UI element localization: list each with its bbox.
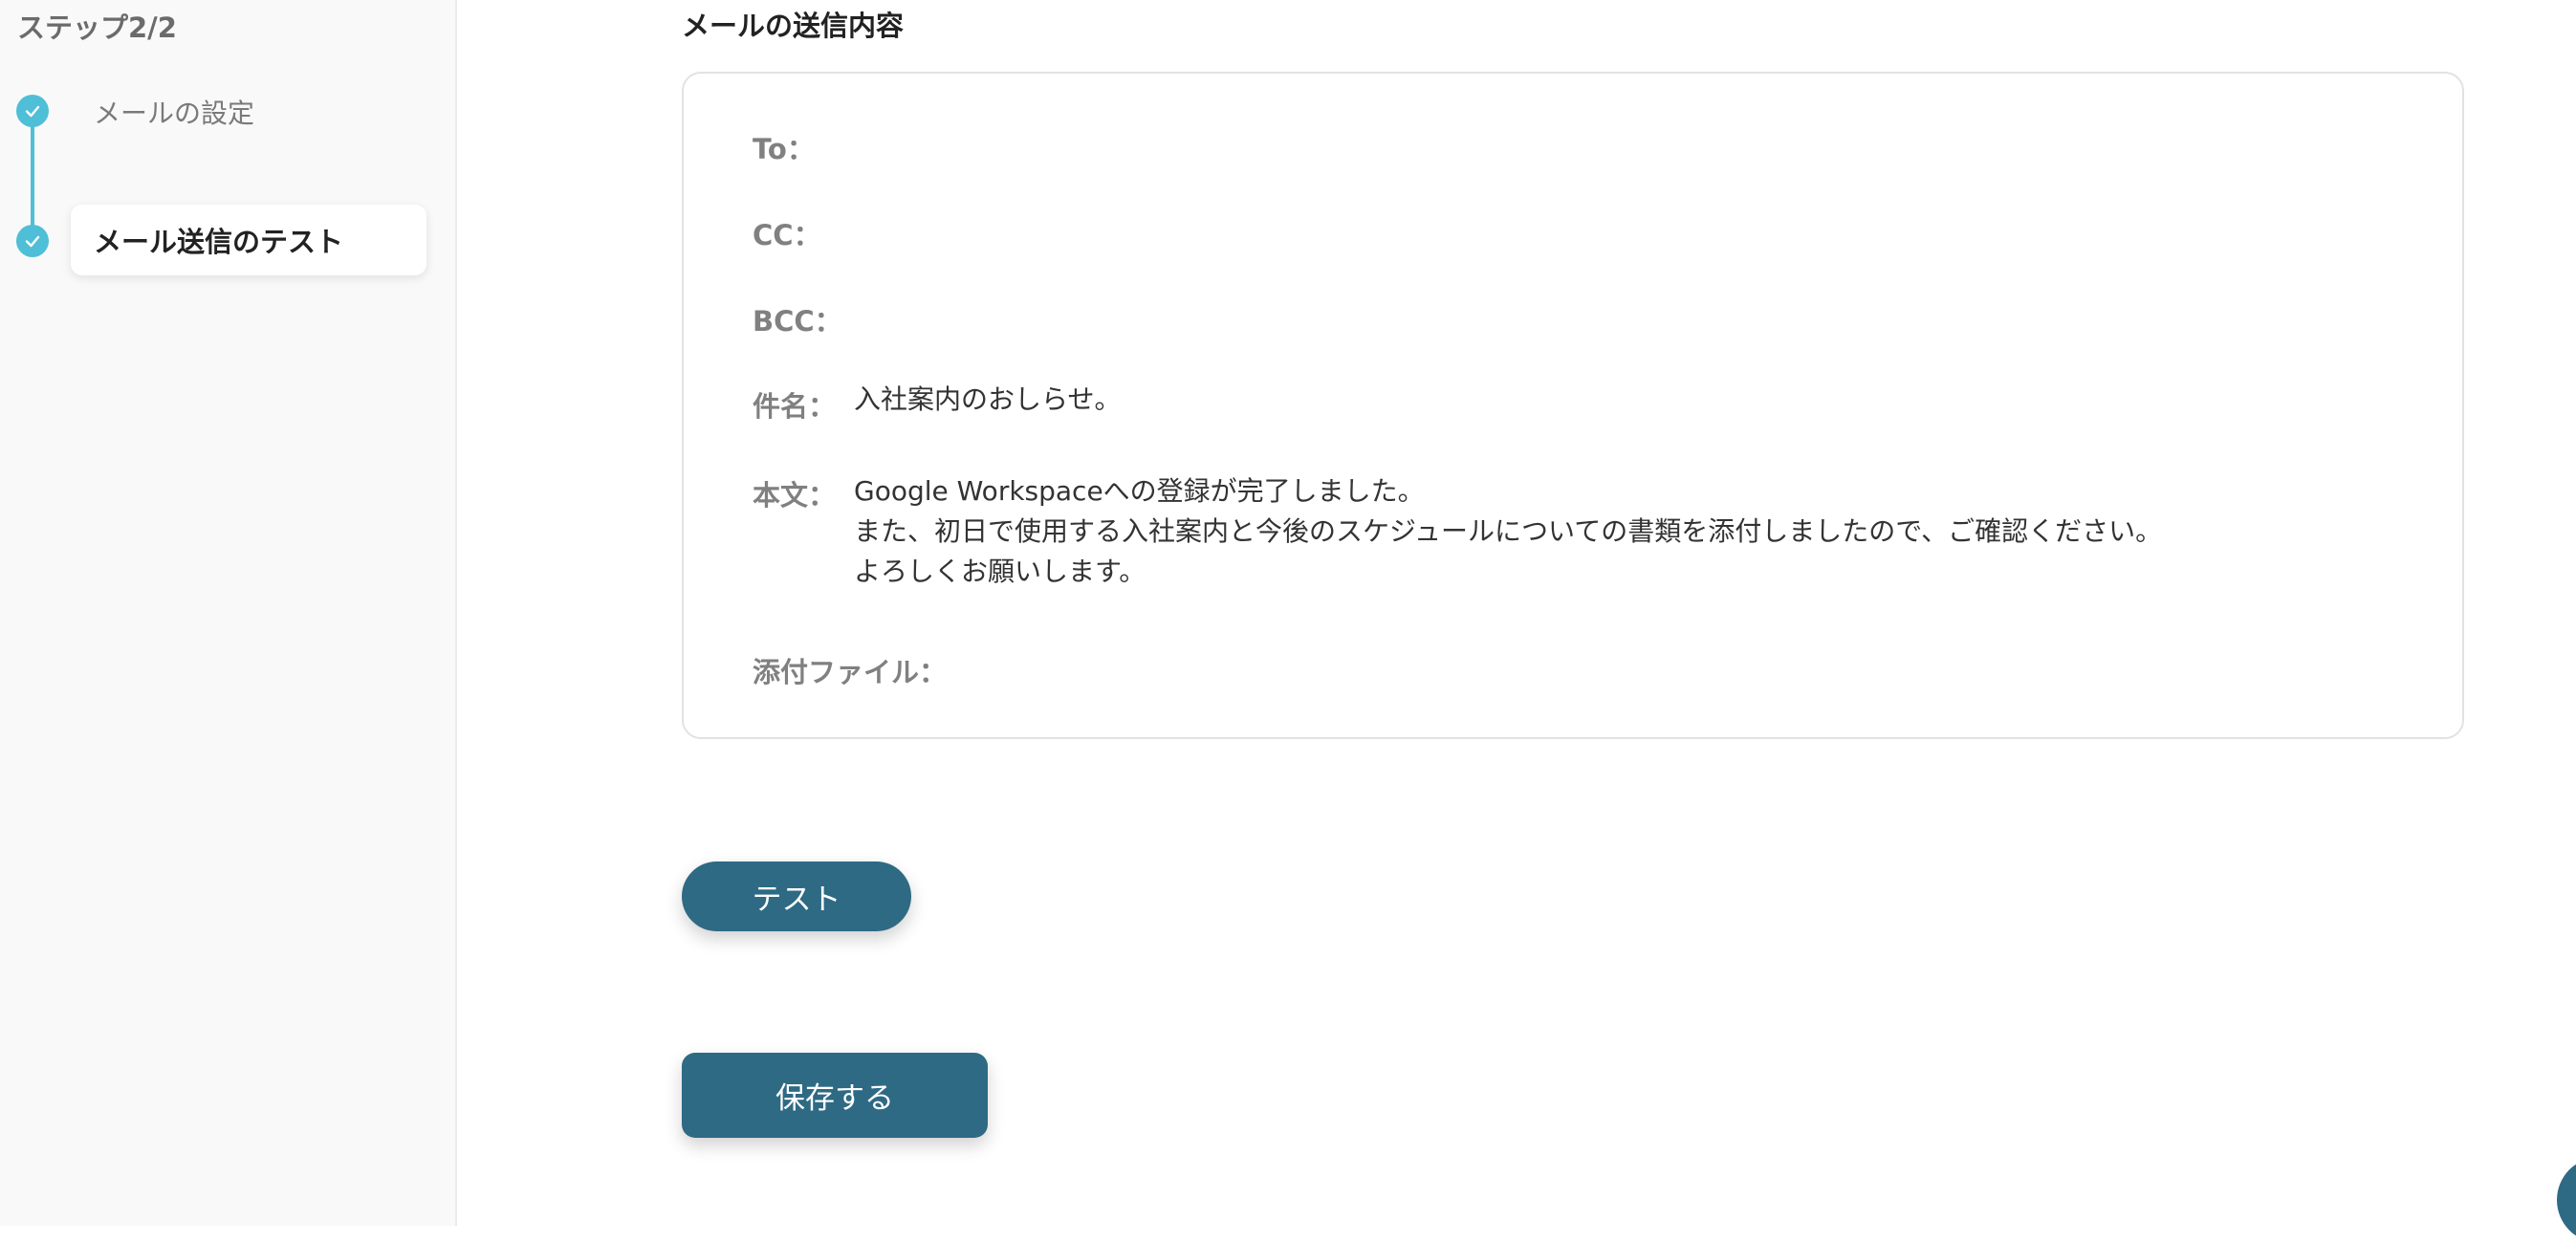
- section-title: メールの送信内容: [682, 10, 905, 42]
- to-label: To：: [753, 133, 815, 165]
- test-button[interactable]: テスト: [682, 861, 911, 931]
- subject-value: 入社案内のおしらせ。: [854, 383, 1122, 415]
- sidebar: ステップ2/2 メールの設定 メール送信のテスト: [0, 0, 457, 1226]
- help-icon[interactable]: [2557, 1157, 2576, 1243]
- sidebar-step-mail-test[interactable]: メール送信のテスト: [71, 205, 426, 275]
- step-connector-line: [31, 111, 34, 241]
- body-text: Google Workspaceへの登録が完了しました。 また、初日で使用する入…: [854, 471, 2162, 592]
- check-icon: [16, 225, 49, 257]
- subject-label: 件名：: [753, 390, 837, 423]
- body-line: また、初日で使用する入社案内と今後のスケジュールについての書類を添付しましたので…: [854, 515, 2163, 547]
- step-counter: ステップ2/2: [17, 11, 177, 44]
- mail-preview-card: To： CC： BCC： 件名： 入社案内のおしらせ。 本文： Google W…: [682, 72, 2464, 739]
- bcc-label: BCC：: [753, 305, 842, 338]
- body-label: 本文：: [753, 479, 837, 512]
- check-icon: [16, 95, 49, 127]
- save-button[interactable]: 保存する: [682, 1053, 988, 1138]
- sidebar-step-label: メール送信のテスト: [94, 226, 344, 258]
- attachment-label: 添付ファイル：: [753, 656, 948, 688]
- cc-label: CC：: [753, 219, 821, 251]
- body-line: よろしくお願いします。: [854, 556, 1146, 587]
- sidebar-step-mail-settings[interactable]: メールの設定: [94, 93, 254, 131]
- body-line: Google Workspaceへの登録が完了しました。: [854, 475, 1425, 507]
